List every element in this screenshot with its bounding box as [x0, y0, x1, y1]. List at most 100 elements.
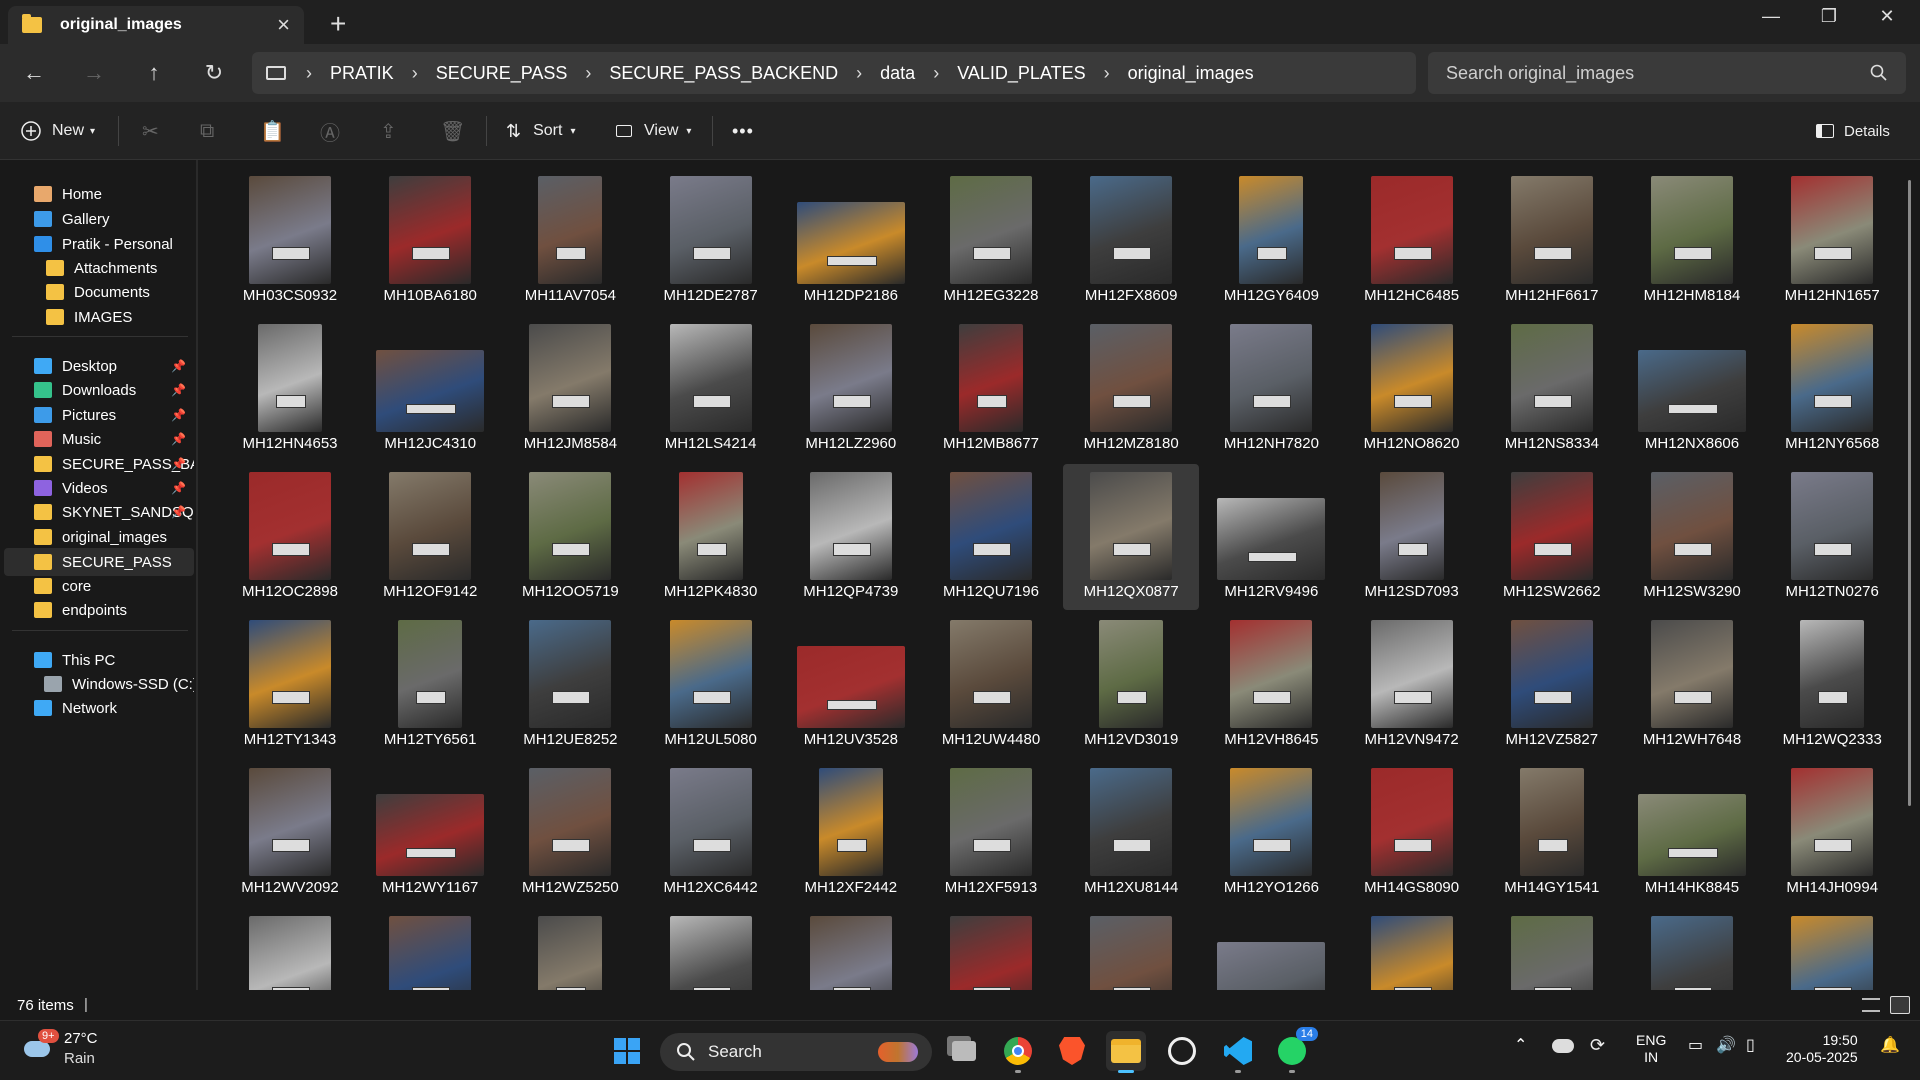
file-item[interactable]: MH12PK4830 — [643, 464, 779, 610]
copy-icon[interactable]: ⧉ — [200, 116, 214, 146]
file-item[interactable]: MH12DP2186 — [783, 168, 919, 314]
breadcrumb-item[interactable]: original_images — [1128, 63, 1254, 84]
cut-icon[interactable]: ✂ — [142, 116, 159, 146]
back-button[interactable]: ← — [16, 56, 52, 90]
file-item[interactable]: MH12LZ2960 — [783, 316, 919, 462]
file-explorer-app[interactable] — [1106, 1031, 1146, 1073]
minimize-button[interactable]: — — [1748, 6, 1794, 27]
task-view-button[interactable] — [944, 1031, 984, 1071]
file-item[interactable] — [1484, 908, 1620, 990]
breadcrumb-item[interactable]: PRATIK — [330, 63, 394, 84]
file-item[interactable]: MH12JC4310 — [362, 316, 498, 462]
file-item[interactable]: MH12XU8144 — [1063, 760, 1199, 906]
search-icon[interactable] — [1870, 64, 1888, 82]
file-item[interactable]: MH12RV9496 — [1203, 464, 1339, 610]
file-item[interactable] — [362, 908, 498, 990]
file-item[interactable]: MH12WZ5250 — [502, 760, 638, 906]
sidebar-item[interactable]: Downloads 📌 — [4, 376, 194, 404]
file-item[interactable]: MH12OC2898 — [222, 464, 358, 610]
sidebar-item[interactable]: Home — [4, 180, 194, 208]
file-item[interactable]: MH12YO1266 — [1203, 760, 1339, 906]
file-item[interactable]: MH14GY1541 — [1484, 760, 1620, 906]
share-icon[interactable]: ⇪ — [380, 116, 397, 146]
chevron-right-icon[interactable]: › — [412, 63, 418, 84]
view-button[interactable]: View ▾ — [616, 116, 691, 146]
file-item[interactable]: MH12WQ2333 — [1764, 612, 1900, 758]
sync-icon[interactable]: ⟳ — [1590, 1035, 1605, 1056]
file-item[interactable]: MH12TY1343 — [222, 612, 358, 758]
file-item[interactable]: MH12GY6409 — [1203, 168, 1339, 314]
file-item[interactable] — [1624, 908, 1760, 990]
file-item[interactable]: MH12HC6485 — [1344, 168, 1480, 314]
file-item[interactable] — [783, 908, 919, 990]
sidebar-item[interactable]: Music 📌 — [4, 425, 194, 453]
file-item[interactable]: MH12NO8620 — [1344, 316, 1480, 462]
file-item[interactable]: MH12WY1167 — [362, 760, 498, 906]
file-item[interactable]: MH12SW2662 — [1484, 464, 1620, 610]
file-item[interactable]: MH12EG3228 — [923, 168, 1059, 314]
details-view-icon[interactable] — [1862, 998, 1880, 1012]
maximize-button[interactable]: ❐ — [1806, 6, 1852, 27]
weather-widget[interactable]: 9+ — [20, 1029, 59, 1067]
up-button[interactable]: ↑ — [136, 56, 172, 90]
file-item[interactable]: MH12LS4214 — [643, 316, 779, 462]
file-item[interactable]: MH12QX0877 — [1063, 464, 1200, 610]
file-item[interactable]: MH12JM8584 — [502, 316, 638, 462]
file-item[interactable]: MH12FX8609 — [1063, 168, 1199, 314]
whatsapp-app[interactable]: 14 — [1272, 1027, 1318, 1073]
sidebar-item[interactable]: endpoints — [4, 596, 194, 624]
file-item[interactable]: MH14JH0994 — [1764, 760, 1900, 906]
file-item[interactable]: MH03CS0932 — [222, 168, 358, 314]
file-item[interactable]: MH12XF2442 — [783, 760, 919, 906]
tab-original-images[interactable]: original_images × — [8, 6, 304, 44]
sort-button[interactable]: ⇅ Sort ▾ — [506, 116, 575, 146]
file-item[interactable]: MH12UW4480 — [923, 612, 1059, 758]
file-item[interactable]: MH12SD7093 — [1344, 464, 1480, 610]
file-item[interactable]: MH12DE2787 — [643, 168, 779, 314]
file-item[interactable]: MH12HM8184 — [1624, 168, 1760, 314]
tab-close-icon[interactable]: × — [277, 12, 290, 38]
new-button[interactable]: New ▾ — [20, 116, 95, 146]
file-item[interactable]: MH12QU7196 — [923, 464, 1059, 610]
file-item[interactable]: MH12WV2092 — [222, 760, 358, 906]
breadcrumb-item[interactable]: SECURE_PASS_BACKEND — [609, 63, 838, 84]
file-item[interactable] — [502, 908, 638, 990]
refresh-button[interactable]: ↻ — [196, 56, 232, 90]
file-item[interactable]: MH14GS8090 — [1344, 760, 1480, 906]
breadcrumb-item[interactable]: VALID_PLATES — [957, 63, 1085, 84]
file-item[interactable]: MH12SW3290 — [1624, 464, 1760, 610]
file-item[interactable]: MH10BA6180 — [362, 168, 498, 314]
file-item[interactable]: MH12OO5719 — [502, 464, 638, 610]
breadcrumb-item[interactable]: data — [880, 63, 915, 84]
language-indicator[interactable]: ENG IN — [1636, 1032, 1666, 1066]
file-item[interactable]: MH12UE8252 — [502, 612, 638, 758]
file-item[interactable]: MH12NS8334 — [1484, 316, 1620, 462]
sidebar-item[interactable]: IMAGES — [4, 303, 194, 331]
file-item[interactable]: MH12MB8677 — [923, 316, 1059, 462]
file-item[interactable]: MH12NX8606 — [1624, 316, 1760, 462]
vertical-scrollbar[interactable] — [1908, 180, 1911, 806]
search-box[interactable]: Search original_images — [1428, 52, 1906, 94]
sidebar-scrollbar[interactable] — [196, 160, 198, 990]
clock[interactable]: 19:50 20-05-2025 — [1786, 1032, 1858, 1066]
file-item[interactable]: MH12TN0276 — [1764, 464, 1900, 610]
start-button[interactable] — [607, 1031, 647, 1071]
vscode-app[interactable] — [1218, 1031, 1258, 1073]
file-item[interactable]: MH12HN1657 — [1764, 168, 1900, 314]
battery-icon[interactable]: ▯ — [1746, 1035, 1755, 1055]
file-item[interactable] — [1063, 908, 1199, 990]
sidebar-item[interactable]: Gallery — [4, 205, 194, 233]
file-item[interactable]: MH12MZ8180 — [1063, 316, 1199, 462]
chevron-right-icon[interactable]: › — [933, 63, 939, 84]
file-item[interactable]: MH12QP4739 — [783, 464, 919, 610]
sidebar-item[interactable]: SKYNET_SANDSQ 📌 — [4, 498, 194, 526]
file-item[interactable]: MH12UV3528 — [783, 612, 919, 758]
tiles-view-icon[interactable] — [1890, 996, 1910, 1014]
chevron-right-icon[interactable]: › — [856, 63, 862, 84]
chevron-up-icon[interactable]: ⌃ — [1514, 1035, 1527, 1055]
file-item[interactable]: MH12WH7648 — [1624, 612, 1760, 758]
file-item[interactable]: MH12TY6561 — [362, 612, 498, 758]
rename-icon[interactable]: Ⓐ — [320, 116, 340, 146]
chevron-right-icon[interactable]: › — [1104, 63, 1110, 84]
more-options-button[interactable]: ••• — [732, 116, 754, 146]
